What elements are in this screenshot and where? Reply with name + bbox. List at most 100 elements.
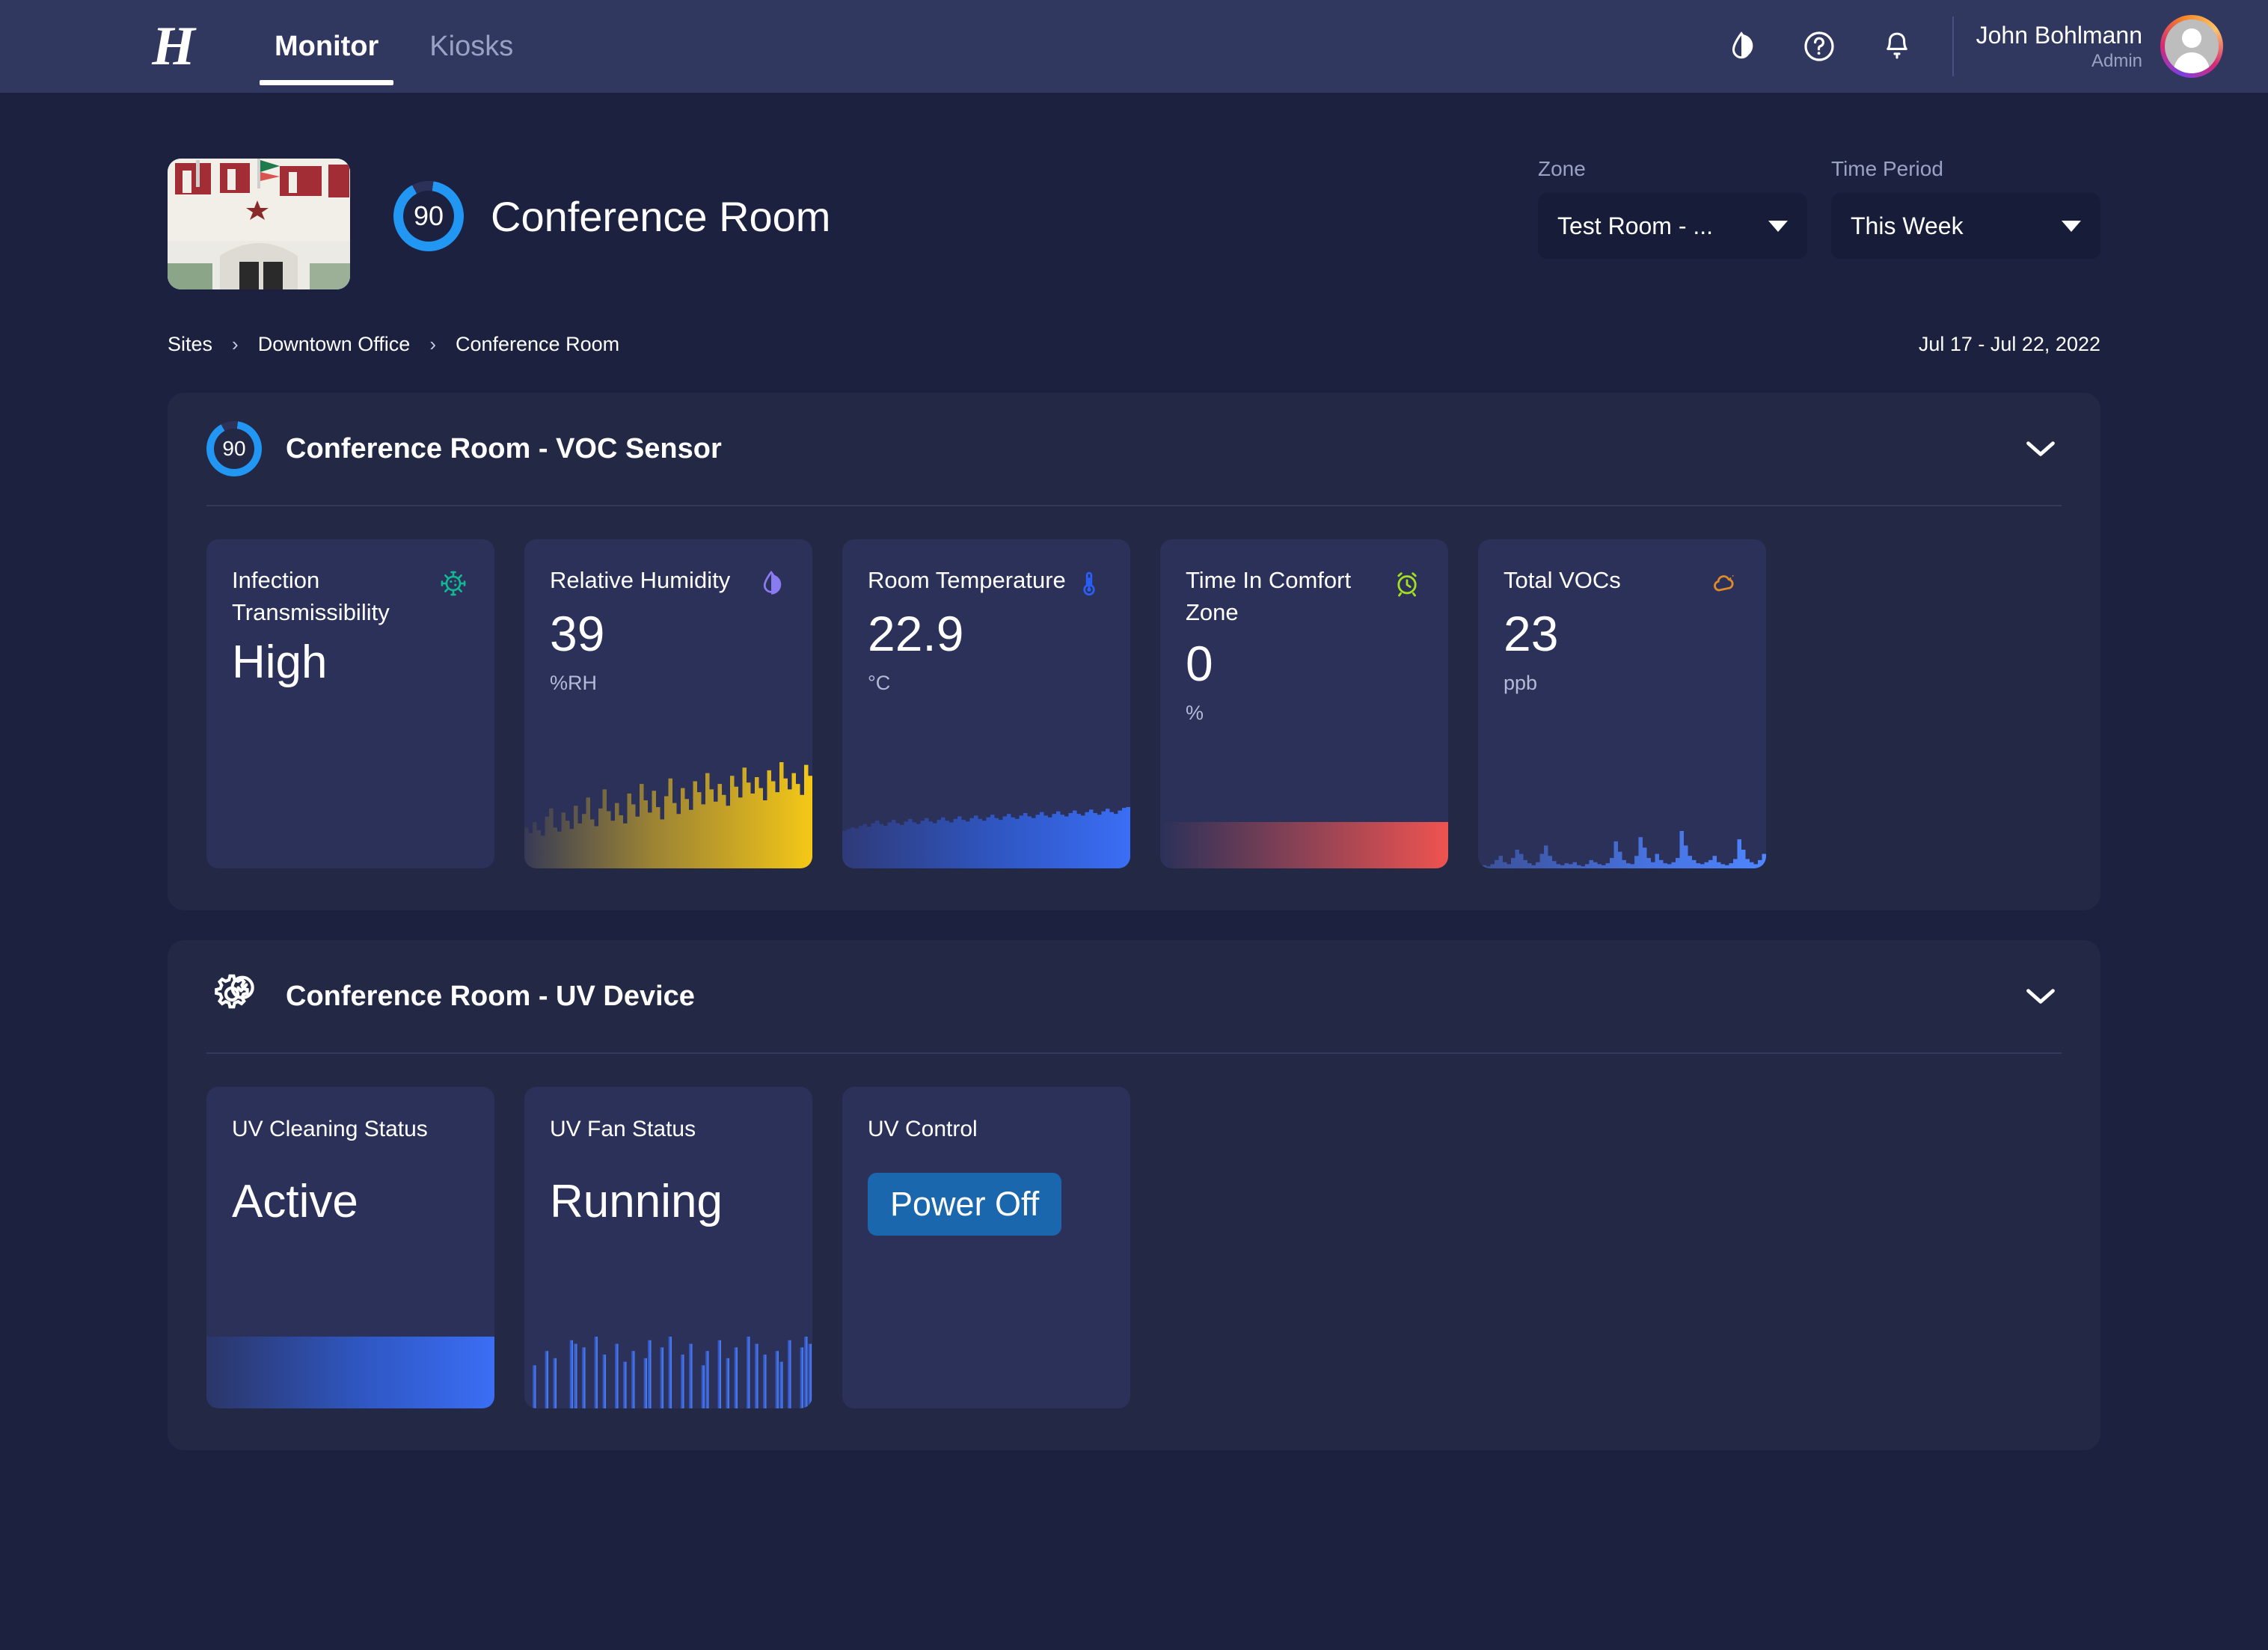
card-unit: °C [868, 672, 891, 695]
chevron-down-icon [1768, 220, 1788, 232]
site-thumbnail [168, 159, 350, 289]
zone-label: Zone [1538, 157, 1586, 180]
panel-divider [206, 1052, 2062, 1054]
panel-voc-sensor: 90 Conference Room - VOC Sensor Infectio… [168, 393, 2100, 910]
card-value: Running [550, 1176, 723, 1228]
topbar-divider [1952, 16, 1954, 76]
user-role: Admin [2091, 51, 2142, 71]
card-room-temperature[interactable]: Room Temperature 22.9 °C [842, 539, 1130, 868]
card-label: Room Temperature [868, 567, 1066, 593]
card-value: 0 [1186, 635, 1213, 691]
zone-selector-group: Zone Test Room - ... [1538, 157, 1807, 259]
card-label: Time In Comfort Zone [1186, 567, 1352, 625]
breadcrumb-item-conference-room[interactable]: Conference Room [456, 333, 619, 356]
time-period-label: Time Period [1831, 157, 1943, 180]
humidity-sparkline [524, 719, 812, 868]
card-time-in-comfort-zone[interactable]: Time In Comfort Zone 0 % [1160, 539, 1448, 868]
help-icon[interactable] [1791, 18, 1848, 75]
time-period-selector-group: Time Period This Week [1831, 157, 2100, 259]
card-header: Time In Comfort Zone [1186, 565, 1423, 629]
time-period-dropdown[interactable]: This Week [1831, 193, 2100, 259]
card-label: Total VOCs [1504, 567, 1621, 593]
time-period-value: This Week [1851, 212, 1964, 239]
card-header: Relative Humidity [550, 565, 787, 599]
tab-kiosks-label: Kiosks [429, 30, 514, 62]
page-content: 90 Conference Room Zone Test Room - ... … [0, 93, 2268, 1450]
card-value: Active [232, 1176, 358, 1228]
gear-check-icon [215, 974, 254, 1009]
card-uv-fan-status[interactable]: UV Fan Status Running [524, 1087, 812, 1408]
card-value: 23 [1504, 606, 1559, 661]
tab-kiosks[interactable]: Kiosks [404, 0, 539, 93]
panel-uv-device: Conference Room - UV Device UV Cleaning … [168, 940, 2100, 1450]
card-header: Infection Transmissibility [232, 565, 469, 629]
thermometer-icon [1083, 571, 1095, 596]
uv-fan-barchart [524, 1337, 812, 1408]
zone-value: Test Room - ... [1557, 212, 1714, 239]
card-unit: ppb [1504, 672, 1538, 695]
card-uv-cleaning-status[interactable]: UV Cleaning Status Active [206, 1087, 494, 1408]
breadcrumb-separator-icon: › [429, 333, 436, 355]
alarm-clock-icon [1397, 572, 1417, 597]
topbar-actions: John Bohlmann Admin [1702, 15, 2223, 78]
tab-monitor[interactable]: Monitor [249, 0, 404, 93]
page-title-group: 90 Conference Room [393, 181, 830, 251]
card-header: Total VOCs [1504, 565, 1741, 599]
chevron-down-icon[interactable] [2024, 987, 2057, 1006]
breadcrumb: Sites › Downtown Office › Conference Roo… [168, 325, 2100, 363]
humidity-droplet-icon [763, 570, 782, 595]
card-uv-control[interactable]: UV Control Power Off [842, 1087, 1130, 1408]
filter-selectors: Zone Test Room - ... Time Period This We… [1538, 157, 2100, 259]
panel-voc-sensor-title: Conference Room - VOC Sensor [286, 432, 722, 464]
chevron-down-icon[interactable] [2024, 439, 2057, 458]
main-nav-tabs: Monitor Kiosks [249, 0, 539, 93]
uv-cleaning-band [206, 1337, 494, 1408]
card-infection-transmissibility[interactable]: Infection Transmissibility High [206, 539, 494, 868]
breadcrumb-separator-icon: › [232, 333, 239, 355]
comfort-zone-band [1160, 822, 1448, 868]
voc-sensor-score-value: 90 [222, 437, 246, 460]
user-text: John Bohlmann Admin [1976, 20, 2142, 73]
card-value: 39 [550, 606, 605, 661]
uv-metric-cards: UV Cleaning Status Active UV Fan Status … [206, 1087, 2062, 1408]
card-value: 22.9 [868, 606, 964, 661]
card-label: UV Control [868, 1117, 978, 1141]
voc-sensor-score-ring: 90 [206, 421, 262, 476]
odor-cloud-icon [1714, 574, 1734, 592]
voc-metric-cards: Infection Transmissibility High Relative… [206, 539, 2062, 868]
top-navigation-bar: H Monitor Kiosks John Bohlmann Admin [0, 0, 2268, 93]
card-header: Room Temperature [868, 565, 1105, 599]
app-logo[interactable]: H [131, 19, 213, 74]
site-score-value: 90 [413, 200, 444, 231]
card-label: Infection Transmissibility [232, 567, 390, 625]
card-total-vocs[interactable]: Total VOCs 23 ppb [1478, 539, 1766, 868]
card-relative-humidity[interactable]: Relative Humidity 39 %RH [524, 539, 812, 868]
contrast-droplet-icon[interactable] [1713, 18, 1770, 75]
page-title: Conference Room [491, 192, 831, 240]
card-unit: % [1186, 701, 1204, 724]
power-off-button[interactable]: Power Off [868, 1173, 1062, 1236]
card-unit: %RH [550, 672, 598, 695]
avatar-image [2165, 19, 2219, 73]
site-score-ring: 90 [393, 181, 464, 251]
date-range-text: Jul 17 - Jul 22, 2022 [1918, 332, 2100, 355]
panel-divider [206, 505, 2062, 506]
chevron-down-icon [2062, 220, 2081, 232]
user-profile[interactable]: John Bohlmann Admin [1976, 15, 2223, 78]
user-name: John Bohlmann [1976, 22, 2142, 49]
breadcrumb-item-downtown-office[interactable]: Downtown Office [258, 333, 411, 356]
panel-uv-device-title: Conference Room - UV Device [286, 980, 695, 1012]
avatar[interactable] [2160, 15, 2223, 78]
card-label: UV Cleaning Status [232, 1117, 428, 1141]
tab-monitor-label: Monitor [275, 30, 379, 62]
temperature-sparkline [842, 719, 1130, 868]
zone-dropdown[interactable]: Test Room - ... [1538, 193, 1807, 259]
voc-sparkline [1478, 719, 1766, 868]
breadcrumb-item-sites[interactable]: Sites [168, 333, 212, 356]
notification-bell-icon[interactable] [1869, 18, 1925, 75]
panel-uv-device-header: Conference Room - UV Device [206, 940, 2062, 1052]
card-value: High [232, 636, 328, 688]
card-label: Relative Humidity [550, 567, 731, 593]
virus-icon [441, 571, 466, 596]
page-header: 90 Conference Room Zone Test Room - ... … [168, 93, 2100, 289]
